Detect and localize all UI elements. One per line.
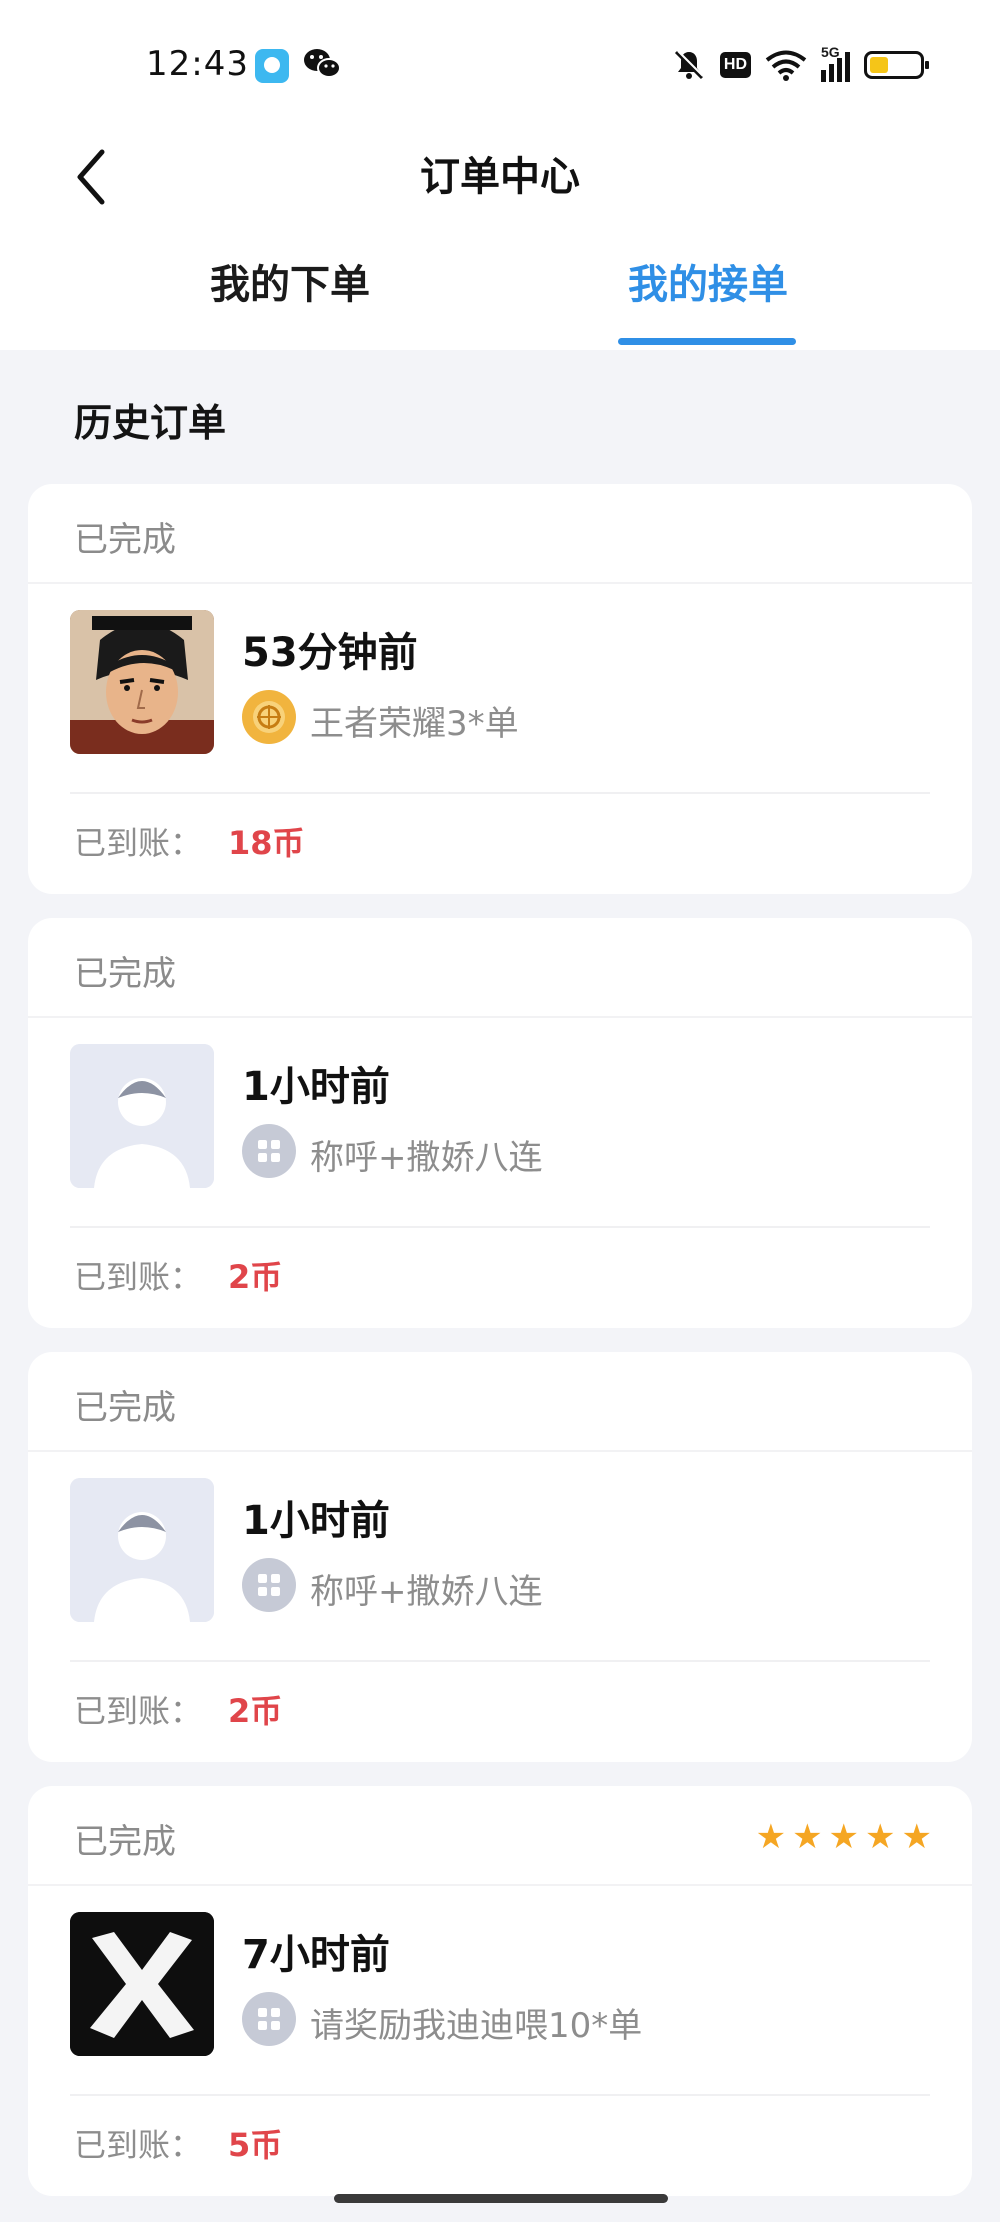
divider (70, 1660, 930, 1662)
wifi-icon (765, 50, 807, 81)
paid-label: 已到账： (74, 2126, 203, 2164)
top-area: 12:43 HD 5G 订单中心 我的下单 我的接单 (0, 0, 1000, 350)
mute-bell-icon (674, 50, 704, 80)
tab-bar: 我的下单 我的接单 (0, 234, 1000, 350)
service-name: 王者荣耀3*单 (310, 704, 519, 744)
divider (70, 1226, 930, 1228)
divider (28, 1450, 972, 1452)
page-title: 订单中心 (420, 154, 580, 200)
divider (28, 1016, 972, 1018)
paid-label: 已到账： (74, 1258, 203, 1296)
hd-badge-icon: HD (719, 52, 751, 78)
star-icon: ★ (865, 1817, 896, 1857)
battery-icon (864, 51, 929, 79)
grid-icon (242, 1558, 296, 1612)
header: 订单中心 (0, 124, 1000, 234)
order-status: 已完成 (74, 1388, 176, 1428)
section-title: 历史订单 (74, 401, 227, 445)
chat-app-icon (255, 49, 289, 83)
paid-amount: 2币 (228, 1258, 283, 1296)
order-status: 已完成 (74, 954, 176, 994)
order-status: 已完成 (74, 1822, 176, 1862)
grid-icon (242, 1992, 296, 2046)
order-time: 53分钟前 (242, 630, 418, 676)
divider (28, 1884, 972, 1886)
signal-icon: 5G (821, 44, 850, 82)
rating-stars: ★ ★ ★ ★ ★ (756, 1820, 932, 1854)
service-name: 称呼+撒娇八连 (310, 1138, 543, 1178)
order-card[interactable]: 已完成 53分钟前 王者荣耀3*单 已到账： 18币 (28, 484, 972, 894)
grid-icon (242, 1124, 296, 1178)
home-indicator[interactable] (334, 2194, 668, 2203)
network-type: 5G (821, 44, 840, 60)
order-card[interactable]: 已完成 1小时前 称呼+撒娇八连 已到账： 2币 (28, 918, 972, 1328)
divider (70, 792, 930, 794)
default-user-avatar[interactable] (70, 1478, 214, 1622)
star-icon: ★ (828, 1817, 860, 1857)
active-tab-indicator (618, 338, 796, 345)
divider (70, 2094, 930, 2096)
paid-label: 已到账： (74, 1692, 203, 1730)
anime-man-avatar[interactable] (70, 610, 214, 754)
service-name: 请奖励我迪迪喂10*单 (310, 2006, 643, 2046)
paid-amount: 2币 (228, 1692, 283, 1730)
order-time: 1小时前 (242, 1064, 390, 1110)
status-bar: 12:43 HD 5G (0, 0, 1000, 124)
star-icon: ★ (901, 1817, 932, 1857)
default-user-avatar[interactable] (70, 1044, 214, 1188)
star-icon: ★ (755, 1817, 787, 1857)
status-icons: HD 5G (672, 44, 929, 84)
x-mark-avatar[interactable] (70, 1912, 214, 2056)
divider (28, 582, 972, 584)
tab-my-orders[interactable]: 我的下单 (160, 252, 420, 310)
game-emblem-icon (242, 690, 296, 744)
order-card[interactable]: 已完成 ★ ★ ★ ★ ★ 7小时前 请奖励我迪迪喂10*单 已到账： 5币 (28, 1786, 972, 2196)
order-time: 1小时前 (242, 1498, 390, 1544)
paid-amount: 18币 (228, 824, 305, 862)
order-card[interactable]: 已完成 1小时前 称呼+撒娇八连 已到账： 2币 (28, 1352, 972, 1762)
tab-my-accepted[interactable]: 我的接单 (578, 252, 838, 310)
order-status: 已完成 (74, 520, 176, 560)
paid-amount: 5币 (228, 2126, 283, 2164)
order-time: 7小时前 (242, 1932, 390, 1978)
wechat-icon (304, 49, 341, 78)
service-name: 称呼+撒娇八连 (310, 1572, 543, 1612)
status-time: 12:43 (146, 44, 249, 84)
paid-label: 已到账： (74, 824, 203, 862)
star-icon: ★ (792, 1817, 823, 1857)
